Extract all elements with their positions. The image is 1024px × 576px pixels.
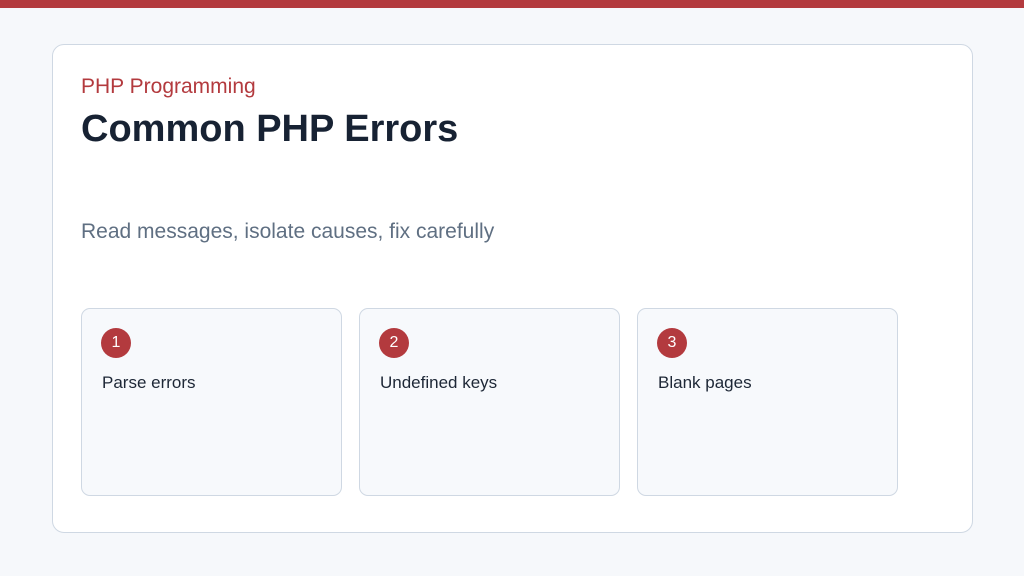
item-list: 1 Parse errors 2 Undefined keys 3 Blank … (81, 308, 898, 496)
eyebrow-label: PHP Programming (81, 75, 256, 98)
number-badge: 2 (379, 328, 409, 358)
number-badge: 3 (657, 328, 687, 358)
number-badge: 1 (101, 328, 131, 358)
slide-card: PHP Programming Common PHP Errors Read m… (52, 44, 973, 533)
item-label: Blank pages (658, 373, 752, 392)
list-item: 3 Blank pages (637, 308, 898, 496)
top-accent-bar (0, 0, 1024, 8)
item-label: Parse errors (102, 373, 196, 392)
list-item: 1 Parse errors (81, 308, 342, 496)
page-subtitle: Read messages, isolate causes, fix caref… (81, 220, 495, 243)
list-item: 2 Undefined keys (359, 308, 620, 496)
item-label: Undefined keys (380, 373, 498, 392)
page-title: Common PHP Errors (81, 108, 459, 150)
